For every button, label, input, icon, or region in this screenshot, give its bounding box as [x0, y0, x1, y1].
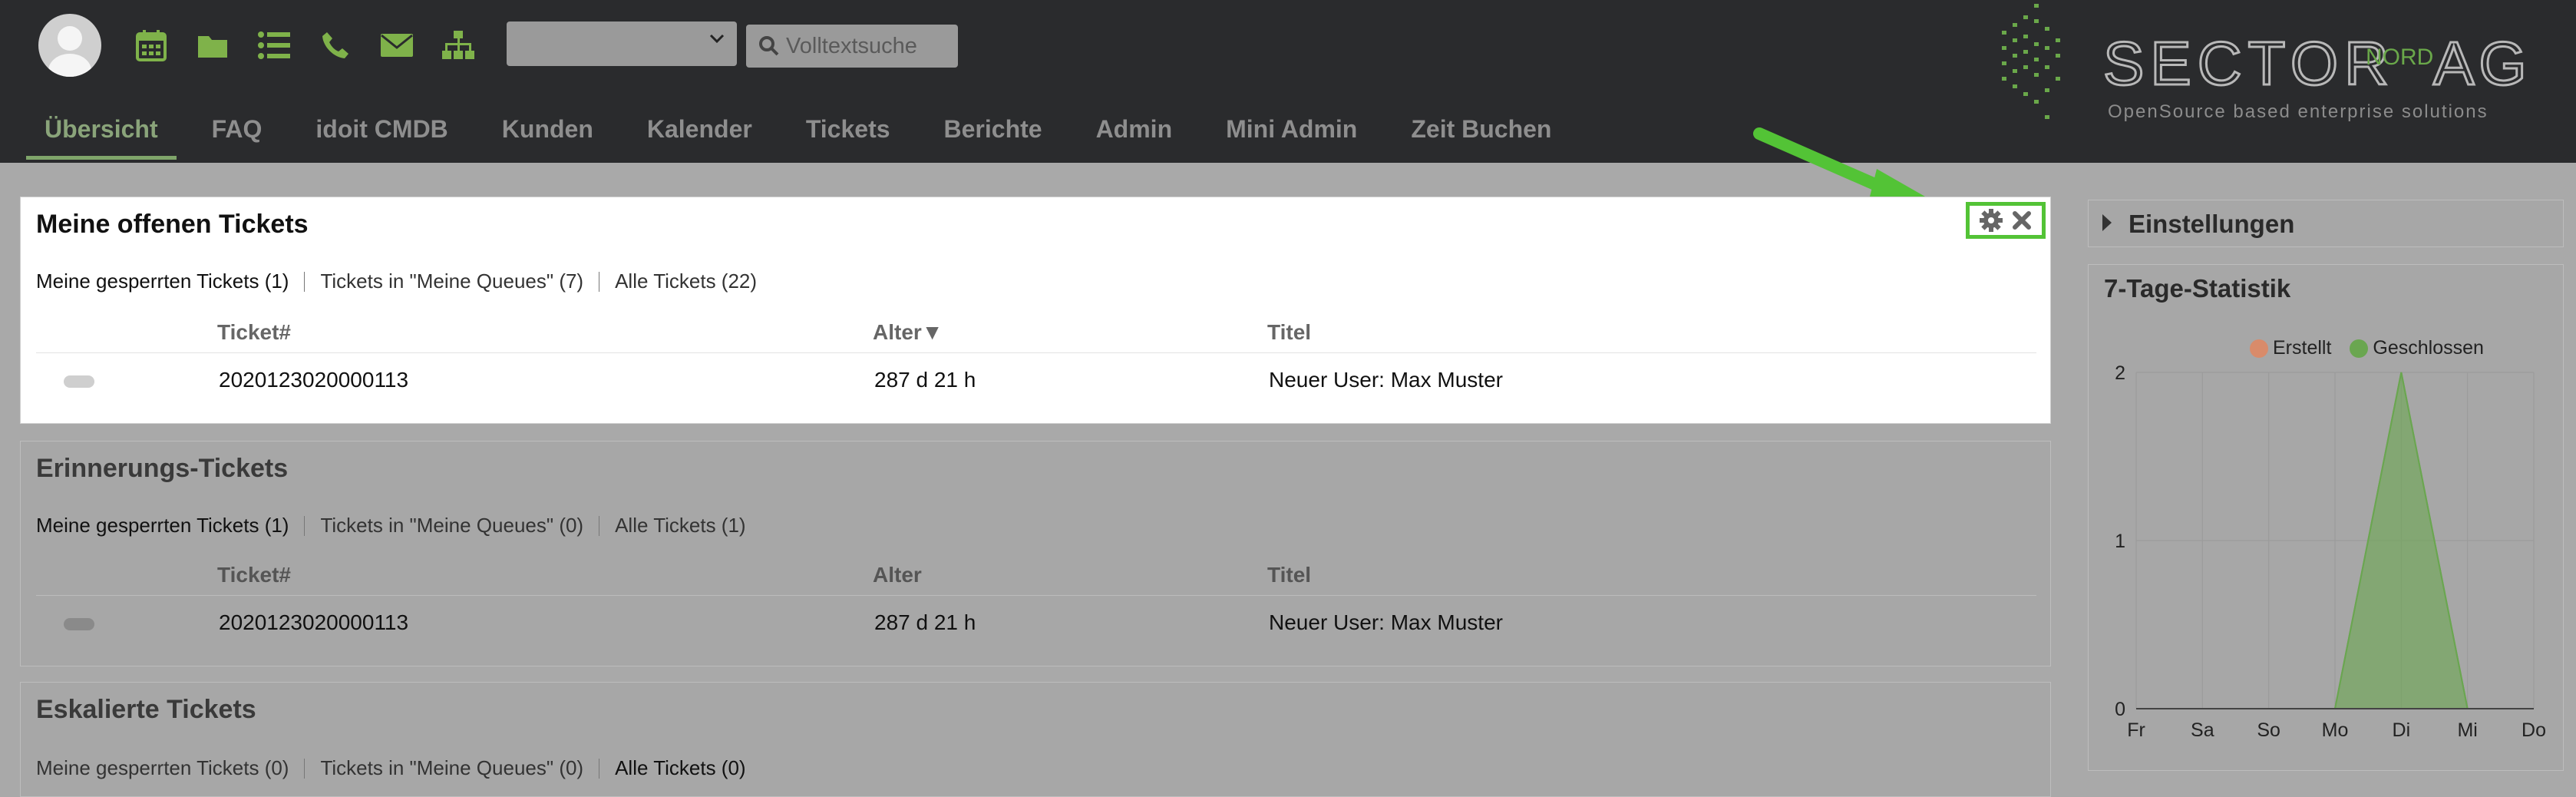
column-title[interactable]: Titel — [1267, 563, 1311, 587]
cell-ticket-number[interactable]: 2020123020000113 — [219, 368, 408, 392]
panel-title: Erinnerungs-Tickets — [36, 454, 289, 483]
x-tick-label: Sa — [2191, 719, 2214, 741]
logo-dots-icon — [2002, 4, 2060, 119]
x-tick-label: Do — [2522, 719, 2546, 741]
chevron-down-icon — [709, 34, 725, 44]
filter-my-queues[interactable]: Tickets in "Meine Queues" (7) — [320, 270, 583, 293]
tab-kunden[interactable]: Kunden — [484, 115, 612, 160]
cell-title[interactable]: Neuer User: Max Muster — [1269, 368, 1503, 392]
cell-title[interactable]: Neuer User: Max Muster — [1269, 610, 1503, 635]
x-tick-label: Di — [2393, 719, 2411, 741]
tab-admin[interactable]: Admin — [1078, 115, 1191, 160]
list-icon[interactable] — [255, 26, 293, 64]
settings-label: Einstellungen — [2129, 210, 2295, 238]
column-ticket[interactable]: Ticket# — [217, 320, 291, 345]
top-header: Übersicht FAQ idoit CMDB Kunden Kalender… — [0, 0, 2576, 163]
column-age[interactable]: Alter — [873, 563, 922, 587]
panel-escalated-tickets: Eskalierte Tickets Meine gesperrten Tick… — [20, 682, 2051, 797]
cell-age: 287 d 21 h — [874, 368, 976, 392]
fulltext-search[interactable] — [746, 25, 958, 68]
column-age[interactable]: Alter▼ — [873, 320, 943, 345]
envelope-icon[interactable] — [378, 26, 416, 64]
ticket-filters: Meine gesperrten Tickets (0) Tickets in … — [36, 756, 746, 780]
tab-tickets[interactable]: Tickets — [788, 115, 909, 160]
column-ticket[interactable]: Ticket# — [217, 563, 291, 587]
filter-all[interactable]: Alle Tickets (1) — [615, 514, 746, 537]
ticket-filters: Meine gesperrten Tickets (1) Tickets in … — [36, 514, 746, 537]
x-tick-label: So — [2257, 719, 2280, 741]
filter-all[interactable]: Alle Tickets (22) — [615, 270, 757, 293]
priority-indicator — [64, 618, 94, 630]
logo-ag: AG — [2433, 29, 2531, 98]
sort-desc-icon: ▼ — [921, 320, 943, 344]
folder-icon[interactable] — [193, 26, 232, 64]
logo-sector: SECTOR — [2103, 29, 2395, 98]
panel-title: Eskalierte Tickets — [36, 695, 256, 724]
ticket-filters: Meine gesperrten Tickets (1) Tickets in … — [36, 270, 757, 293]
user-avatar[interactable] — [38, 14, 101, 77]
tab-kalender[interactable]: Kalender — [629, 115, 771, 160]
stats-chart: Fr Sa So Mo Di Mi Do 0 1 2 — [2115, 362, 2546, 741]
sitemap-icon[interactable] — [439, 26, 477, 64]
tab-mini-admin[interactable]: Mini Admin — [1207, 115, 1376, 160]
cell-age: 287 d 21 h — [874, 610, 976, 634]
company-logo: SECTOR NORD AG — [2002, 4, 2531, 119]
panel-tools — [1966, 202, 2046, 239]
tab-uebersicht[interactable]: Übersicht — [26, 115, 177, 160]
caret-right-icon — [2102, 214, 2112, 231]
close-icon[interactable] — [2012, 210, 2032, 230]
x-tick-label: Mi — [2457, 719, 2477, 741]
filter-locked[interactable]: Meine gesperrten Tickets (0) — [36, 756, 289, 780]
filter-locked[interactable]: Meine gesperrten Tickets (1) — [36, 270, 289, 293]
y-tick-label: 1 — [2115, 531, 2125, 552]
x-tick-label: Mo — [2322, 719, 2349, 741]
column-title[interactable]: Titel — [1267, 320, 1311, 345]
search-input[interactable] — [784, 32, 956, 60]
panel-reminder-tickets: Erinnerungs-Tickets Meine gesperrten Tic… — [20, 441, 2051, 666]
queue-select[interactable] — [507, 21, 737, 66]
tab-zeit-buchen[interactable]: Zeit Buchen — [1392, 115, 1570, 160]
filter-all[interactable]: Alle Tickets (0) — [615, 756, 746, 780]
y-tick-label: 2 — [2115, 362, 2125, 384]
settings-panel[interactable]: Einstellungen — [2088, 200, 2564, 247]
filter-my-queues[interactable]: Tickets in "Meine Queues" (0) — [320, 756, 583, 780]
priority-indicator — [64, 375, 94, 388]
logo-nord: NORD — [2366, 45, 2433, 70]
calendar-icon[interactable] — [132, 26, 170, 64]
y-tick-label: 0 — [2115, 699, 2125, 720]
tab-berichte[interactable]: Berichte — [926, 115, 1061, 160]
filter-locked[interactable]: Meine gesperrten Tickets (1) — [36, 514, 289, 537]
tab-idoit-cmdb[interactable]: idoit CMDB — [297, 115, 466, 160]
main-nav: Übersicht FAQ idoit CMDB Kunden Kalender… — [26, 115, 1587, 160]
cell-ticket-number[interactable]: 2020123020000113 — [219, 610, 408, 635]
x-tick-label: Fr — [2127, 719, 2145, 741]
tab-faq[interactable]: FAQ — [193, 115, 281, 160]
search-icon — [759, 36, 779, 56]
phone-icon[interactable] — [316, 26, 355, 64]
gear-icon[interactable] — [1980, 209, 2003, 232]
panel-my-open-tickets: Meine offenen Tickets Meine gesperrten T… — [20, 197, 2051, 424]
panel-title: Meine offenen Tickets — [36, 210, 309, 239]
logo-tagline: OpenSource based enterprise solutions — [2108, 101, 2488, 122]
filter-my-queues[interactable]: Tickets in "Meine Queues" (0) — [320, 514, 583, 537]
stats-panel: 7-Tage-Statistik Erstellt Geschlossen Fr… — [2088, 264, 2564, 771]
